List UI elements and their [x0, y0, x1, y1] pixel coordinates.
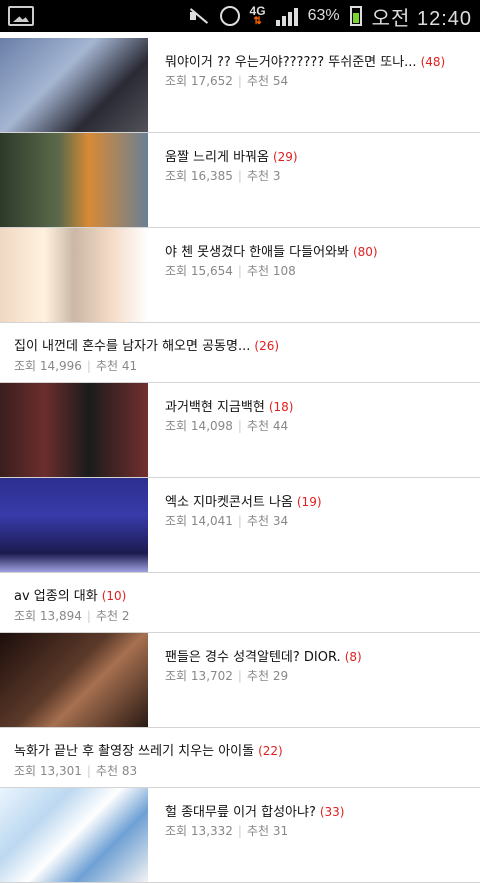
- list-item[interactable]: 녹화가 끝난 후 촬영장 쓰레기 치우는 아이돌 (22) 조회 13,301 | 추…: [0, 728, 480, 788]
- post-title: av 업종의 대화 (10): [14, 589, 127, 604]
- list-item[interactable]: 엑소 지마켓콘서트 나옴 (19) 조회 14,041 | 추천 34: [0, 478, 480, 573]
- comment-count: (26): [254, 339, 280, 353]
- post-meta: 조회 13,894 | 추천 2: [14, 609, 130, 623]
- recommend-label: 추천: [246, 669, 270, 683]
- views-count: 17,652: [190, 74, 233, 88]
- views-count: 13,332: [190, 824, 233, 838]
- recommend-label: 추천: [95, 609, 119, 623]
- post-meta: 조회 15,654 | 추천 108: [165, 264, 296, 278]
- comment-count: (33): [319, 805, 345, 819]
- recommend-count: 54: [272, 74, 289, 88]
- post-title: 팬들은 경수 성격알텐데? DIOR. (8): [165, 650, 362, 665]
- post-title: 야 첸 못생겼다 한애들 다들어와봐 (80): [165, 245, 378, 260]
- post-meta: 조회 14,996 | 추천 41: [14, 359, 138, 373]
- recommend-label: 추천: [95, 359, 119, 373]
- thumbnail-image: [0, 788, 148, 882]
- post-meta: 조회 14,041 | 추천 34: [165, 514, 289, 528]
- data-transfer-icon: ⇅: [253, 16, 262, 27]
- views-label: 조회: [165, 669, 188, 683]
- signal-icon: [275, 6, 298, 26]
- list-item[interactable]: 헐 종대무릎 이거 합성아냐? (33) 조회 13,332 | 추천 31: [0, 788, 480, 883]
- views-count: 14,996: [39, 359, 82, 373]
- clock: 오전 12:40: [371, 7, 472, 30]
- post-title: 엑소 지마켓콘서트 나옴 (19): [165, 495, 322, 510]
- views-count: 15,654: [190, 264, 233, 278]
- thumbnail-image: [0, 133, 148, 227]
- post-meta: 조회 17,652 | 추천 54: [165, 74, 289, 88]
- comment-count: (18): [268, 400, 294, 414]
- views-count: 13,301: [39, 764, 82, 778]
- recommend-label: 추천: [246, 74, 270, 88]
- network-type: 4G ⇅: [249, 4, 266, 27]
- views-label: 조회: [165, 169, 188, 183]
- post-title: 움짤 느리게 바꿔옴 (29): [165, 150, 298, 165]
- views-label: 조회: [165, 74, 188, 88]
- comment-count: (48): [420, 55, 446, 69]
- recommend-label: 추천: [246, 824, 270, 838]
- views-label: 조회: [165, 419, 188, 433]
- views-label: 조회: [14, 609, 37, 623]
- gallery-notification-icon: [8, 6, 34, 26]
- recommend-label: 추천: [246, 264, 270, 278]
- views-label: 조회: [165, 514, 188, 528]
- battery-icon: [349, 6, 362, 26]
- recommend-count: 83: [121, 764, 138, 778]
- views-count: 14,041: [190, 514, 233, 528]
- recommend-count: 31: [272, 824, 289, 838]
- post-meta: 조회 14,098 | 추천 44: [165, 419, 289, 433]
- views-count: 16,385: [190, 169, 233, 183]
- status-bar: 4G ⇅ 63% 오전 12:40: [0, 0, 480, 32]
- comment-count: (80): [352, 245, 378, 259]
- views-count: 14,098: [190, 419, 233, 433]
- alarm-icon: [219, 6, 240, 26]
- post-title: 헐 종대무릎 이거 합성아냐? (33): [165, 805, 345, 820]
- recommend-count: 44: [272, 419, 289, 433]
- comment-count: (10): [101, 589, 127, 603]
- post-title: 집이 내껀데 혼수를 남자가 해오면 공동명... (26): [14, 339, 280, 354]
- views-label: 조회: [165, 264, 188, 278]
- views-count: 13,702: [190, 669, 233, 683]
- list-item[interactable]: 집이 내껀데 혼수를 남자가 해오면 공동명... (26) 조회 14,996 |…: [0, 323, 480, 383]
- thumbnail-image: [0, 633, 148, 727]
- recommend-count: 29: [272, 669, 289, 683]
- views-label: 조회: [14, 359, 37, 373]
- thumbnail-image: [0, 228, 148, 322]
- comment-count: (22): [258, 744, 283, 758]
- list-item[interactable]: 과거백현 지금백현 (18) 조회 14,098 | 추천 44: [0, 383, 480, 478]
- post-title: 녹화가 끝난 후 촬영장 쓰레기 치우는 아이돌 (22): [14, 744, 283, 759]
- comment-count: (8): [344, 650, 362, 664]
- post-list: 뭐야이거 ?? 우는거야?????? 뚜쉬준면 또나... (48) 조회 17,…: [0, 38, 480, 883]
- thumbnail-image: [0, 38, 148, 132]
- recommend-label: 추천: [246, 169, 270, 183]
- views-label: 조회: [165, 824, 188, 838]
- list-item[interactable]: 뭐야이거 ?? 우는거야?????? 뚜쉬준면 또나... (48) 조회 17,…: [0, 38, 480, 133]
- list-item[interactable]: 팬들은 경수 성격알텐데? DIOR. (8) 조회 13,702 | 추천 29: [0, 633, 480, 728]
- list-item[interactable]: 야 첸 못생겼다 한애들 다들어와봐 (80) 조회 15,654 | 추천 108: [0, 228, 480, 323]
- recommend-label: 추천: [95, 764, 119, 778]
- post-title: 과거백현 지금백현 (18): [165, 400, 294, 415]
- post-meta: 조회 16,385 | 추천 3: [165, 169, 281, 183]
- recommend-count: 2: [121, 609, 130, 623]
- recommend-count: 3: [272, 169, 281, 183]
- post-meta: 조회 13,301 | 추천 83: [14, 764, 138, 778]
- list-item[interactable]: av 업종의 대화 (10) 조회 13,894 | 추천 2: [0, 573, 480, 633]
- recommend-count: 108: [272, 264, 296, 278]
- views-label: 조회: [14, 764, 37, 778]
- thumbnail-image: [0, 383, 148, 477]
- thumbnail-image: [0, 478, 148, 572]
- battery-percent: 63%: [307, 7, 340, 24]
- comment-count: (29): [272, 150, 298, 164]
- post-title: 뭐야이거 ?? 우는거야?????? 뚜쉬준면 또나... (48): [165, 55, 446, 70]
- comment-count: (19): [296, 495, 322, 509]
- recommend-label: 추천: [246, 514, 270, 528]
- recommend-count: 34: [272, 514, 289, 528]
- post-meta: 조회 13,702 | 추천 29: [165, 669, 289, 683]
- list-item[interactable]: 움짤 느리게 바꿔옴 (29) 조회 16,385 | 추천 3: [0, 133, 480, 228]
- recommend-count: 41: [121, 359, 138, 373]
- views-count: 13,894: [39, 609, 82, 623]
- post-meta: 조회 13,332 | 추천 31: [165, 824, 289, 838]
- recommend-label: 추천: [246, 419, 270, 433]
- mute-icon: [188, 6, 210, 26]
